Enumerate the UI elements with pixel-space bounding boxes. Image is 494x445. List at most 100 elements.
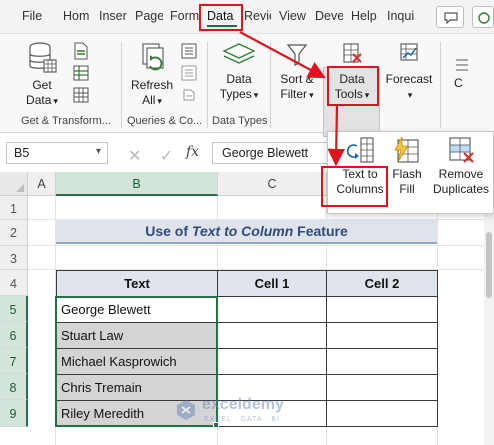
sheet-title-italic: Text to Column — [191, 223, 294, 239]
flash-fill-label-1: Flash — [392, 167, 422, 181]
refresh-label-2: All — [142, 93, 156, 107]
chevron-down-icon: ▾ — [309, 90, 314, 100]
get-data-label-2: Data — [26, 93, 52, 107]
outline-label[interactable]: C — [454, 76, 463, 90]
forecast-icon — [400, 43, 418, 61]
select-all-corner[interactable] — [0, 172, 28, 196]
table-cell-empty[interactable] — [218, 349, 327, 375]
table-header-text[interactable]: Text — [57, 271, 218, 297]
flash-fill-label-2: Fill — [399, 182, 415, 196]
enter-icon[interactable]: ✓ — [160, 148, 173, 165]
outline-icon[interactable] — [454, 58, 470, 72]
text-to-columns-icon — [346, 137, 374, 163]
properties-icon[interactable] — [180, 64, 198, 82]
refresh-all-button[interactable]: Refresh All ▾ — [130, 42, 174, 109]
from-table-icon[interactable] — [72, 86, 90, 104]
remove-duplicates-label-2: Duplicates — [432, 182, 490, 196]
tab-page-layout[interactable]: Page — [135, 9, 163, 23]
gridline — [28, 245, 494, 246]
group-get-transform-label: Get & Transform... — [21, 115, 111, 127]
queries-connections-icon[interactable] — [180, 42, 198, 60]
get-data-button[interactable]: Get Data ▾ — [20, 42, 64, 109]
refresh-label-1: Refresh — [130, 78, 174, 92]
ribbon-separator — [207, 42, 208, 128]
sheet-title[interactable]: Use of Text to Column Feature — [56, 220, 437, 244]
column-header-c[interactable]: C — [218, 172, 327, 196]
refresh-icon — [142, 43, 164, 71]
row-header-8[interactable]: 8 — [0, 374, 28, 400]
tab-inquire[interactable]: Inqui — [387, 9, 417, 23]
sort-filter-label-2: Filter — [280, 87, 308, 101]
row-header-4[interactable]: 4 — [0, 270, 28, 296]
data-types-icon — [222, 43, 256, 64]
comments-button[interactable] — [436, 6, 464, 28]
row-header-9[interactable]: 9 — [0, 400, 28, 427]
sort-filter-label-1: Sort & — [280, 72, 314, 86]
ribbon-separator — [121, 42, 122, 128]
sheet-title-prefix: Use of — [145, 223, 192, 239]
data-tab-highlight-box — [199, 4, 243, 31]
row-header-1[interactable]: 1 — [0, 196, 28, 220]
tab-formulas[interactable]: Form — [170, 9, 199, 23]
name-box[interactable]: B5 ▾ — [6, 142, 108, 164]
sort-filter-button[interactable]: Sort & Filter ▾ — [276, 42, 318, 103]
from-web-icon[interactable] — [72, 64, 90, 82]
filter-icon — [286, 44, 308, 66]
data-tools-highlight-box — [327, 66, 379, 106]
group-data-types-label: Data Types — [212, 115, 268, 127]
database-icon — [29, 42, 57, 73]
tab-help[interactable]: Help — [351, 9, 379, 23]
table-header-cell2[interactable]: Cell 2 — [327, 271, 438, 297]
row-header-7[interactable]: 7 — [0, 348, 28, 374]
ribbon: Get Data ▾ Get & Transform... Refresh All… — [0, 34, 494, 137]
tab-view[interactable]: View — [279, 9, 307, 23]
flash-fill-icon — [394, 136, 419, 163]
tab-review[interactable]: Revie — [244, 9, 271, 23]
data-tools-icon — [343, 43, 362, 63]
get-data-label-1: Get — [32, 78, 52, 92]
chevron-down-icon: ▾ — [157, 96, 162, 106]
table-header-cell1[interactable]: Cell 1 — [218, 271, 327, 297]
chevron-down-icon: ▾ — [53, 96, 58, 106]
comment-icon — [444, 12, 458, 24]
formula-buttons: ✕ ✓ — [128, 146, 187, 166]
insert-function-button[interactable]: fx — [186, 144, 199, 160]
share-button[interactable] — [472, 6, 494, 28]
chevron-down-icon[interactable]: ▾ — [96, 146, 101, 157]
forecast-label: Forecast — [385, 72, 433, 86]
cancel-icon[interactable]: ✕ — [128, 148, 141, 165]
remove-duplicates-button[interactable]: Remove Duplicates — [428, 136, 494, 197]
forecast-button[interactable]: Forecast ▾ — [384, 42, 434, 103]
column-header-a[interactable]: A — [28, 172, 56, 196]
table-cell-empty[interactable] — [327, 323, 438, 349]
from-text-icon[interactable] — [72, 42, 90, 60]
formula-input[interactable]: George Blewett — [212, 142, 332, 164]
table-cell-empty[interactable] — [327, 349, 438, 375]
tab-home[interactable]: Hom — [63, 9, 91, 23]
watermark-name: exceldemy — [202, 396, 284, 413]
edit-links-icon[interactable] — [180, 86, 198, 104]
tab-developer[interactable]: Deve — [315, 9, 343, 23]
text-to-columns-highlight-box — [321, 166, 388, 207]
menu-bar: File Hom Inser Page Form Data Revie View… — [0, 0, 494, 34]
row-header-2[interactable]: 2 — [0, 220, 28, 246]
row-header-6[interactable]: 6 — [0, 322, 28, 348]
chevron-down-icon: ▾ — [253, 90, 259, 100]
table-cell-empty[interactable] — [218, 297, 327, 323]
table-cell-empty[interactable] — [218, 323, 327, 349]
name-box-value: B5 — [14, 146, 30, 160]
tab-insert[interactable]: Inser — [99, 9, 127, 23]
flash-fill-button[interactable]: Flash Fill — [390, 136, 424, 197]
table-cell-empty[interactable] — [327, 375, 438, 401]
table-cell-empty[interactable] — [327, 401, 438, 427]
watermark: exceldemy EXCEL · DATA · BI — [176, 396, 326, 428]
data-types-button[interactable]: Data Types ▾ — [213, 42, 265, 103]
row-header-3[interactable]: 3 — [0, 246, 28, 270]
exceldemy-logo-icon — [177, 400, 195, 420]
table-cell-empty[interactable] — [327, 297, 438, 323]
scrollbar-thumb[interactable] — [486, 232, 492, 298]
tab-file[interactable]: File — [22, 9, 44, 23]
ribbon-separator — [440, 42, 441, 128]
row-header-5[interactable]: 5 — [0, 296, 28, 322]
column-header-b[interactable]: B — [56, 172, 218, 196]
